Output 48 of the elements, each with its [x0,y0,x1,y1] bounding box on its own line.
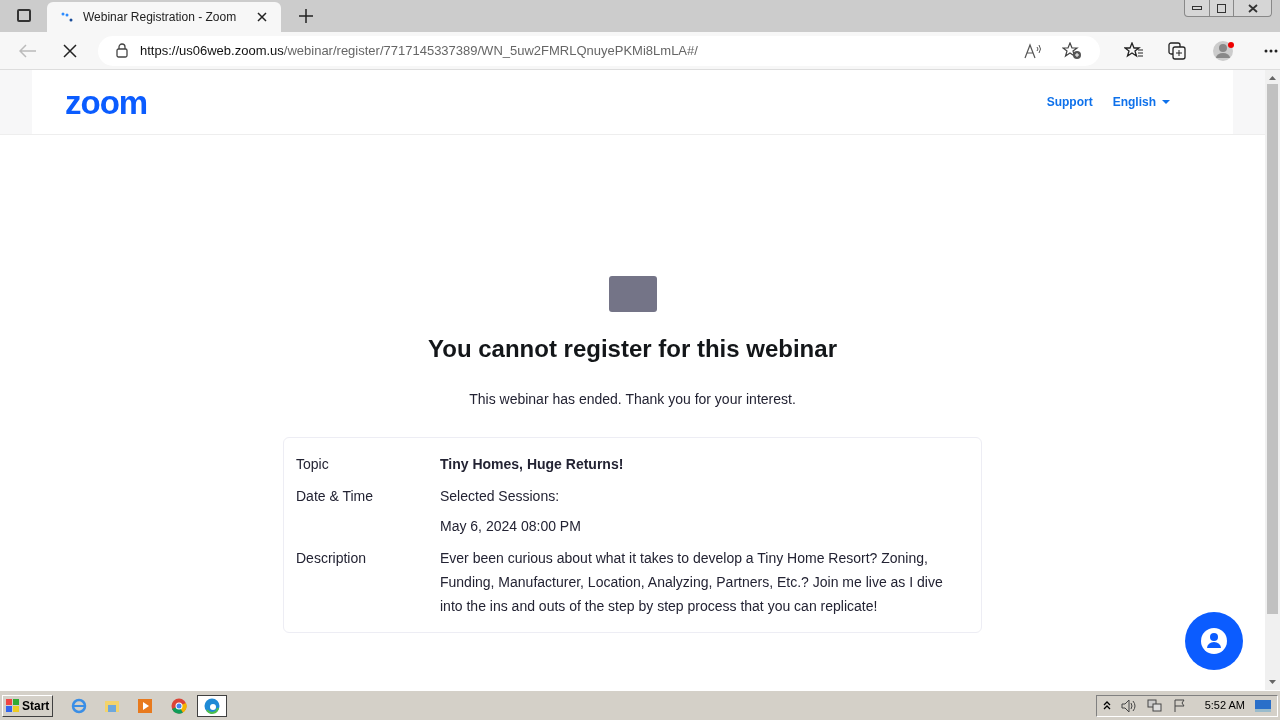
collections-icon[interactable] [1168,41,1186,60]
profile-icon[interactable] [1212,38,1236,63]
loading-icon [61,12,73,22]
support-link[interactable]: Support [1046,93,1093,111]
favorites-icon[interactable] [1124,41,1144,60]
scrollbar[interactable] [1265,70,1280,690]
new-tab-icon[interactable] [299,9,313,23]
flag-icon[interactable] [1172,698,1187,713]
browser-tab[interactable]: Webinar Registration - Zoom [47,2,281,32]
url-text: https://us06web.zoom.us/webinar/register/7717145337389/WN_5uw2FMRLQnuyePKMi8LmLA#/ [140,41,699,60]
show-desktop-icon[interactable] [1255,698,1271,713]
language-dropdown[interactable]: English [1112,93,1170,111]
show-hidden-icon[interactable] [1102,700,1111,711]
lock-icon [116,43,128,58]
image-placeholder [608,276,657,312]
tab-actions-icon[interactable] [17,9,31,22]
start-button[interactable]: Start [2,694,54,717]
detail-value: Ever been curious about what it takes to develop a Tiny Home Resort? Zoning, Funding, Manufacturer, Location, Analyzing, Partners, Etc.? Join me live as I dive into the ins and outs of the step by step process that you can replicate! [440,549,944,616]
edge-icon [204,697,221,714]
read-aloud-icon[interactable] [1024,42,1042,59]
scroll-down-icon[interactable] [1269,680,1276,684]
edge-taskbar-button[interactable] [197,694,228,717]
tab-title: Webinar Registration - Zoom [83,9,238,26]
detail-label: Date & Time [296,487,375,506]
zoom-logo[interactable]: zoom [65,85,148,119]
detail-label: Description [296,549,368,568]
scroll-up-icon[interactable] [1269,76,1276,80]
network-icon[interactable] [1146,698,1163,713]
chat-button[interactable] [1185,612,1243,670]
add-favorite-icon[interactable] [1062,41,1082,60]
chrome-icon[interactable] [171,697,188,714]
close-icon [1247,3,1258,13]
windows-logo-icon [6,699,20,712]
detail-value: Tiny Homes, Huge Returns! [440,455,624,474]
more-icon[interactable] [1264,48,1278,53]
clock: 5:52 AM [1204,698,1245,714]
detail-value: May 6, 2024 08:00 PM [440,517,581,536]
detail-label: Topic [296,455,330,474]
address-field[interactable]: https://us06web.zoom.us/webinar/register/7717145337389/WN_5uw2FMRLQnuyePKMi8LmLA#/ [98,35,1100,66]
status-message: This webinar has ended. Thank you for your interest. [469,390,796,409]
caret-icon [1162,100,1170,104]
stop-icon[interactable] [63,43,77,58]
support-agent-icon [1199,626,1229,656]
page-title: You cannot register for this webinar [428,334,837,364]
close-icon[interactable] [257,12,267,22]
media-player-icon[interactable] [137,697,154,714]
volume-icon[interactable] [1120,698,1137,713]
detail-value: Selected Sessions: [440,487,561,506]
